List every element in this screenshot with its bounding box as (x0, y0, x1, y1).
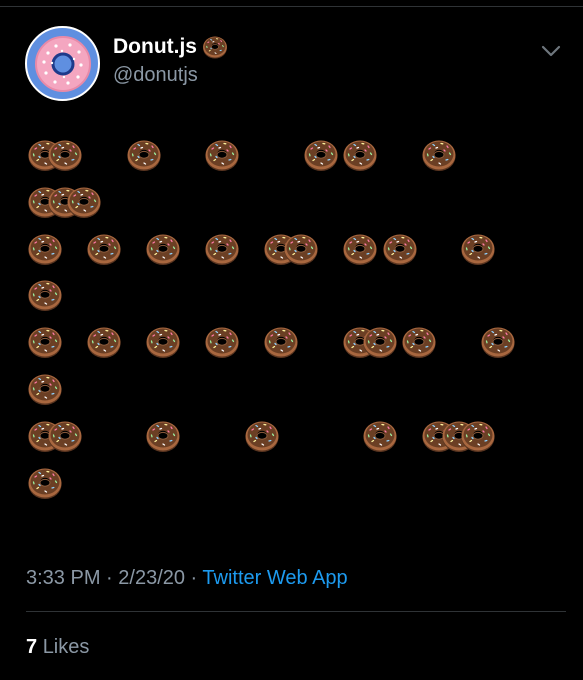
doughnut-emoji-icon (126, 137, 162, 173)
doughnut-emoji-icon (362, 324, 398, 360)
doughnut-emoji-icon (66, 184, 102, 220)
doughnut-emoji-icon (27, 371, 63, 407)
likes-label: Likes (42, 636, 90, 658)
doughnut-emoji-icon (283, 231, 319, 267)
doughnut-emoji-icon (27, 277, 63, 313)
doughnut-emoji-icon (27, 324, 63, 360)
doughnut-emoji-icon (342, 231, 378, 267)
doughnut-emoji-icon (204, 324, 240, 360)
doughnut-emoji-icon (47, 418, 83, 454)
tweet-date[interactable]: 2/23/20 (118, 567, 185, 589)
doughnut-emoji-icon (342, 137, 378, 173)
doughnut-emoji-icon (480, 324, 516, 360)
doughnut-emoji-icon (86, 231, 122, 267)
stats-divider (26, 611, 566, 612)
doughnut-emoji-icon (145, 324, 181, 360)
doughnut-emoji-icon (204, 231, 240, 267)
doughnut-emoji-icon (303, 137, 339, 173)
tweet-body (0, 0, 583, 540)
doughnut-emoji-icon (401, 324, 437, 360)
doughnut-emoji-icon (263, 324, 299, 360)
like-count: 7 (26, 636, 38, 658)
source-app-link[interactable]: Twitter Web App (202, 567, 347, 589)
tweet-time[interactable]: 3:33 PM (26, 567, 100, 589)
doughnut-emoji-icon (421, 137, 457, 173)
doughnut-emoji-icon (86, 324, 122, 360)
likes-stat[interactable]: 7 Likes (26, 634, 89, 660)
doughnut-emoji-icon (47, 137, 83, 173)
doughnut-emoji-icon (27, 465, 63, 501)
doughnut-emoji-icon (27, 231, 63, 267)
doughnut-emoji-icon (460, 418, 496, 454)
meta-separator: · (100, 567, 119, 589)
doughnut-emoji-icon (145, 231, 181, 267)
doughnut-emoji-icon (362, 418, 398, 454)
tweet-meta: 3:33 PM · 2/23/20 · Twitter Web App (26, 565, 348, 591)
doughnut-emoji-icon (382, 231, 418, 267)
doughnut-emoji-icon (145, 418, 181, 454)
doughnut-emoji-icon (204, 137, 240, 173)
meta-separator: · (185, 567, 203, 589)
doughnut-emoji-icon (460, 231, 496, 267)
doughnut-emoji-icon (244, 418, 280, 454)
